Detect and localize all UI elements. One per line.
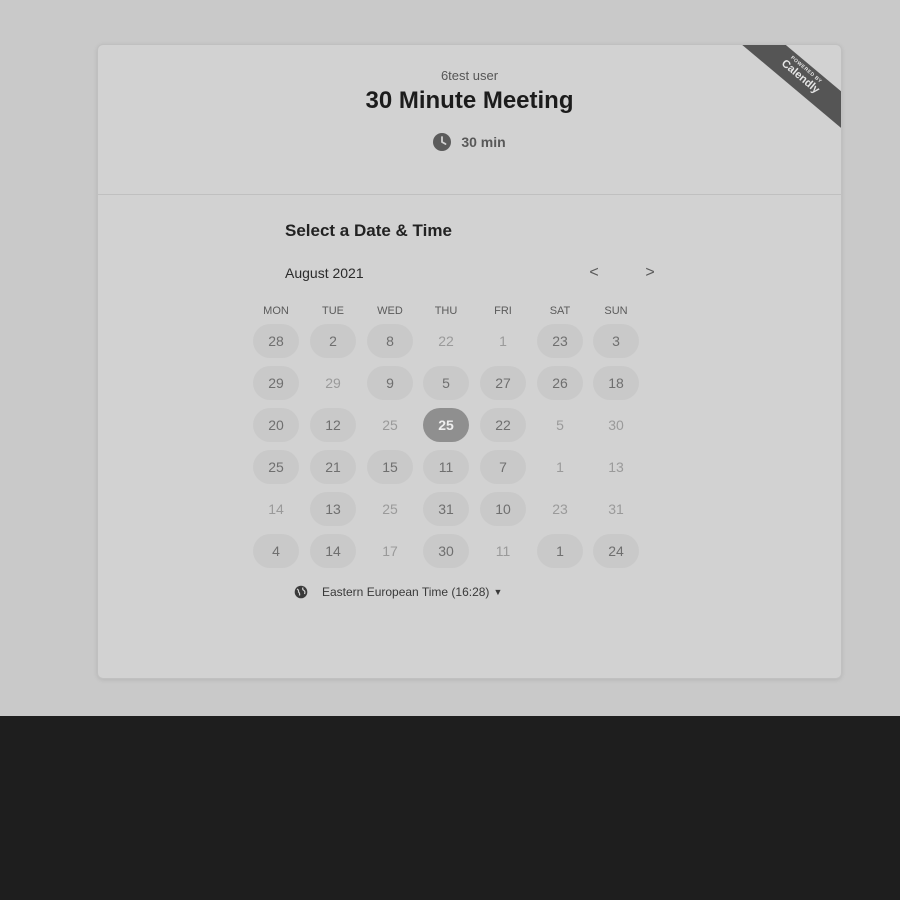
month-label: August 2021: [285, 265, 364, 281]
footer-band: [0, 716, 900, 900]
clock-icon: [433, 133, 452, 151]
calendar-day[interactable]: 21: [310, 450, 356, 484]
weekday-header: SUN: [604, 305, 628, 317]
weekday-header: FRI: [494, 305, 512, 317]
calendar-day: 25: [382, 417, 398, 433]
event-owner: 6test user: [440, 68, 499, 83]
calendar-day[interactable]: 14: [310, 534, 356, 568]
weekday-header: TUE: [322, 305, 344, 317]
calendar-day: 30: [608, 417, 624, 433]
calendar-day[interactable]: 4: [253, 534, 299, 568]
event-duration: 30 min: [98, 133, 841, 151]
caret-down-icon: ▼: [493, 587, 503, 597]
calendar-day: 17: [382, 543, 398, 559]
timezone-selector[interactable]: Eastern European Time (16:28) ▼: [294, 585, 502, 599]
calendar-day[interactable]: 25: [253, 450, 299, 484]
calendar-day[interactable]: 8: [367, 324, 413, 358]
calendar-day[interactable]: 23: [537, 324, 583, 358]
calendar-day[interactable]: 10: [480, 492, 526, 526]
weekday-header: MON: [263, 305, 289, 317]
calendar-day[interactable]: 31: [423, 492, 469, 526]
calendar-day: 22: [438, 333, 454, 349]
calendar-day[interactable]: 12: [310, 408, 356, 442]
section-title: Select a Date & Time: [285, 221, 452, 240]
calendar-day[interactable]: 3: [593, 324, 639, 358]
calendar-day[interactable]: 1: [537, 534, 583, 568]
calendar-day[interactable]: 28: [253, 324, 299, 358]
calendar-day[interactable]: 27: [480, 366, 526, 400]
weekday-header: WED: [377, 305, 403, 317]
calendar-day: 1: [556, 459, 564, 475]
calendar-day: 25: [382, 501, 398, 517]
globe-icon: [294, 585, 308, 599]
duration-label: 30 min: [461, 134, 506, 150]
calendar-day[interactable]: 18: [593, 366, 639, 400]
calendar-day: 1: [499, 333, 507, 349]
calendar-day[interactable]: 11: [423, 450, 469, 484]
calendar-day[interactable]: 24: [593, 534, 639, 568]
calendar-day[interactable]: 5: [423, 366, 469, 400]
calendar-day[interactable]: 2: [310, 324, 356, 358]
event-header: 6test user 30 Minute Meeting 30 min: [98, 45, 841, 195]
calendar-day: 31: [608, 501, 624, 517]
weekday-header: SAT: [549, 305, 571, 317]
calendar-day: 13: [608, 459, 624, 475]
calendar-day[interactable]: 20: [253, 408, 299, 442]
booking-card: 6test user 30 Minute Meeting 30 min POWE…: [97, 44, 842, 679]
event-title: 30 Minute Meeting: [365, 87, 574, 114]
next-month-button[interactable]: >: [635, 262, 665, 284]
calendar-day-selected[interactable]: 25: [423, 408, 469, 442]
weekday-header: THU: [434, 305, 458, 317]
calendar-day: 23: [552, 501, 568, 517]
calendar-day: 14: [268, 501, 284, 517]
timezone-label: Eastern European Time (16:28): [322, 585, 490, 599]
calendar-day: 29: [325, 375, 341, 391]
calendar-day[interactable]: 9: [367, 366, 413, 400]
calendar-day: 5: [556, 417, 564, 433]
calendar-day[interactable]: 30: [423, 534, 469, 568]
prev-month-button[interactable]: <: [579, 262, 609, 284]
calendar-day[interactable]: 13: [310, 492, 356, 526]
calendar-day: 11: [495, 543, 511, 559]
calendar-day[interactable]: 22: [480, 408, 526, 442]
calendar-day[interactable]: 7: [480, 450, 526, 484]
calendar-day[interactable]: 26: [537, 366, 583, 400]
calendar-day[interactable]: 15: [367, 450, 413, 484]
calendar-day[interactable]: 29: [253, 366, 299, 400]
